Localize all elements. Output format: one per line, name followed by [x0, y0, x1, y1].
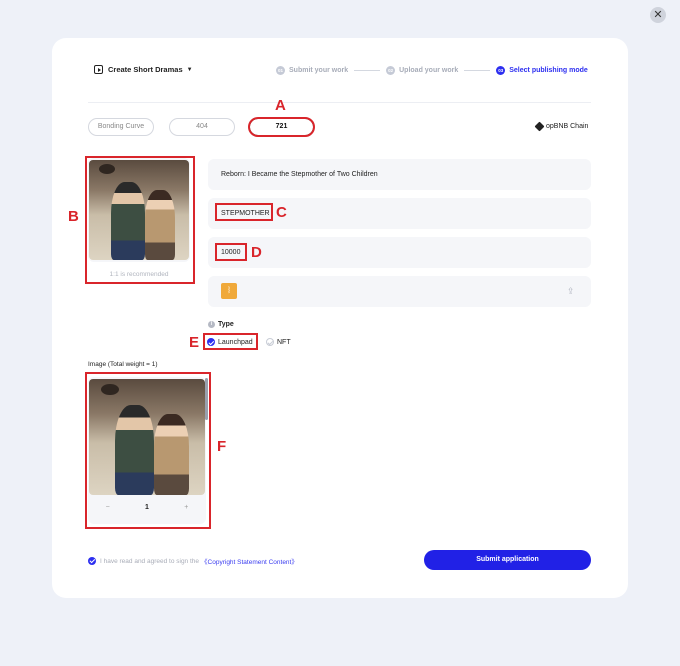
step-connector [464, 70, 491, 71]
close-icon[interactable]: ✕ [650, 7, 666, 23]
chevron-down-icon: ▼ [186, 66, 193, 73]
create-menu-dropdown[interactable]: Create Short Dramas ▼ [94, 65, 193, 74]
agreement-text: I have read and agreed to sign the [100, 557, 200, 565]
annotation-label-c: C [276, 204, 287, 221]
step-number-icon: 03 [496, 66, 506, 75]
step-label: Submit your work [289, 67, 349, 74]
step-connector [354, 70, 381, 71]
submit-button[interactable]: Submit application [424, 550, 591, 570]
step-number-icon: 02 [386, 66, 396, 75]
step-submit-work: 01 Submit your work [276, 66, 348, 75]
tab-404[interactable]: 404 [169, 118, 235, 136]
chain-label: opBNB Chain [546, 123, 589, 130]
annotation-label-a: A [275, 97, 286, 114]
annotation-label-d: D [251, 244, 262, 261]
title-field[interactable]: Reborn: I Became the Stepmother of Two C… [208, 159, 591, 190]
stepper-nav: 01 Submit your work 02 Upload your work … [276, 66, 588, 75]
play-square-icon [94, 65, 103, 74]
radio-label: NFT [277, 338, 291, 346]
annotation-box-c [215, 203, 273, 221]
checkbox-checked-icon[interactable] [88, 557, 96, 565]
copyright-link[interactable]: 《Copyright Statement Content》 [201, 556, 298, 566]
step-label: Upload your work [399, 67, 459, 74]
bnb-chain-icon [534, 121, 545, 132]
annotation-label-f: F [217, 438, 227, 455]
tab-bonding-curve[interactable]: Bonding Curve [88, 118, 154, 136]
agreement[interactable]: I have read and agreed to sign the 《Copy… [88, 556, 298, 566]
type-label-text: Type [218, 321, 234, 328]
media-upload-field[interactable]: ⧘ ⇪ [208, 276, 591, 307]
upload-icon[interactable]: ⇪ [567, 286, 577, 296]
step-select-mode: 03 Select publishing mode [496, 66, 588, 75]
step-number-icon: 01 [276, 66, 285, 75]
annotation-box-a [248, 117, 315, 137]
radio-unchecked-icon [266, 338, 274, 346]
step-upload-work: 02 Upload your work [386, 66, 458, 75]
step-label: Select publishing mode [509, 67, 588, 74]
annotation-box-d [215, 243, 247, 261]
annotation-box-e [203, 333, 258, 350]
chain-indicator: opBNB Chain [534, 121, 589, 132]
annotation-label-e: E [189, 334, 200, 351]
supply-field[interactable]: 10000 [208, 237, 591, 268]
media-file-icon: ⧘ [221, 283, 237, 299]
info-icon: i [208, 321, 215, 328]
annotation-box-f [85, 372, 211, 529]
type-label: i Type [208, 321, 234, 328]
create-menu-label: Create Short Dramas [108, 65, 183, 74]
image-section-title: Image (Total weight = 1) [88, 361, 158, 368]
annotation-label-b: B [68, 208, 79, 225]
radio-nft[interactable]: NFT [266, 338, 291, 346]
annotation-box-b [85, 156, 195, 284]
header-divider [88, 102, 591, 103]
